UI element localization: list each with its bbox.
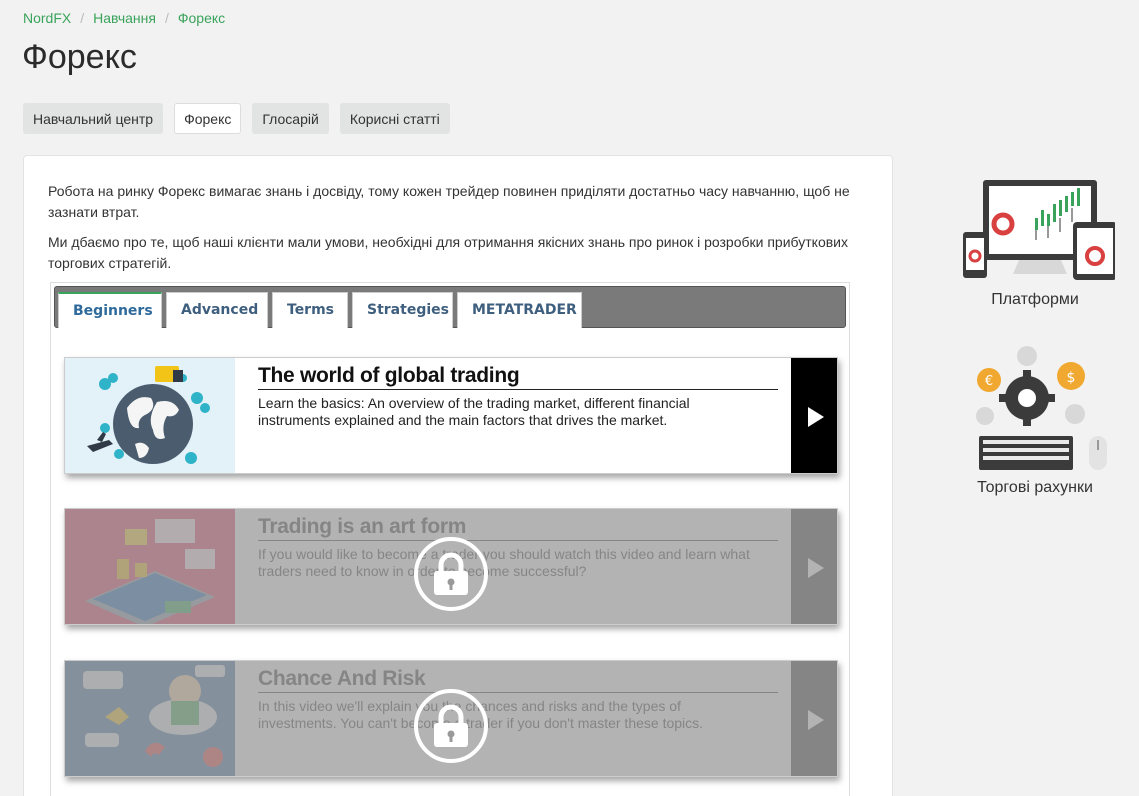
lesson-title: Chance And Risk [258, 667, 778, 693]
course-widget: Beginners Advanced Terms Strategies META… [50, 282, 850, 796]
lesson-body: The world of global trading Learn the ba… [258, 364, 778, 429]
breadcrumb-forex[interactable]: Форекс [178, 10, 225, 26]
page-title: Форекс [22, 38, 137, 76]
breadcrumb-separator: / [164, 10, 169, 26]
sidebar-platforms[interactable]: Платформи [950, 178, 1120, 309]
play-button[interactable] [791, 661, 837, 776]
tab-strategies[interactable]: Strategies [352, 292, 453, 328]
intro-paragraph-2: Ми дбаємо про те, щоб наші клієнти мали … [48, 234, 848, 271]
tab-beginners[interactable]: Beginners [58, 292, 162, 328]
lesson-title: The world of global trading [258, 364, 778, 390]
play-icon [808, 709, 824, 730]
breadcrumb-education[interactable]: Навчання [93, 10, 156, 26]
tab-terms[interactable]: Terms [272, 292, 348, 328]
lesson-title: Trading is an art form [258, 515, 778, 541]
lesson-description: If you would like to become a trader you… [258, 546, 750, 579]
lesson-description: In this video we'll explain you the chan… [258, 698, 704, 731]
content-card: Робота на ринку Форекс вимагає знань і д… [23, 155, 893, 796]
sub-navigation: Навчальний центр Форекс Глосарій Корисні… [23, 103, 450, 134]
platforms-icon [963, 180, 1117, 280]
intro-paragraph-1: Робота на ринку Форекс вимагає знань і д… [48, 183, 850, 220]
trading-accounts-label: Торгові рахунки [977, 479, 1093, 496]
lesson-thumbnail-trading [65, 509, 235, 624]
play-button[interactable] [791, 509, 837, 624]
play-icon [808, 406, 824, 427]
platforms-label: Платформи [991, 291, 1079, 308]
trading-accounts-icon: € $ [976, 346, 1107, 470]
course-tab-bar: Beginners Advanced Terms Strategies META… [54, 286, 846, 328]
subnav-education-center[interactable]: Навчальний центр [23, 103, 164, 134]
subnav-glossary[interactable]: Глосарій [252, 103, 329, 134]
subnav-useful-articles[interactable]: Корисні статті [339, 103, 450, 134]
lesson-thumbnail-risk [65, 661, 235, 776]
lock-icon [414, 537, 488, 611]
lesson-card-locked[interactable]: Trading is an art form If you would like… [64, 508, 838, 625]
lesson-description: Learn the basics: An overview of the tra… [258, 395, 690, 428]
lesson-thumbnail-globe [65, 358, 235, 473]
lock-icon [414, 689, 488, 763]
tab-advanced[interactable]: Advanced [166, 292, 268, 328]
subnav-forex[interactable]: Форекс [174, 103, 242, 134]
play-button[interactable] [791, 358, 837, 473]
lesson-body: Trading is an art form If you would like… [258, 515, 778, 580]
breadcrumb-separator: / [80, 10, 85, 26]
lesson-card-locked[interactable]: Chance And Risk In this video we'll expl… [64, 660, 838, 777]
lesson-card[interactable]: The world of global trading Learn the ba… [64, 357, 838, 474]
play-icon [808, 557, 824, 578]
svg-text:$: $ [1067, 370, 1076, 386]
breadcrumb-home[interactable]: NordFX [23, 10, 71, 26]
lesson-body: Chance And Risk In this video we'll expl… [258, 667, 778, 732]
tab-metatrader[interactable]: METATRADER [457, 292, 582, 328]
svg-text:€: € [985, 374, 993, 389]
breadcrumb: NordFX / Навчання / Форекс [23, 10, 225, 26]
sidebar-trading-accounts[interactable]: € $ Торгові рахунки [950, 340, 1120, 497]
